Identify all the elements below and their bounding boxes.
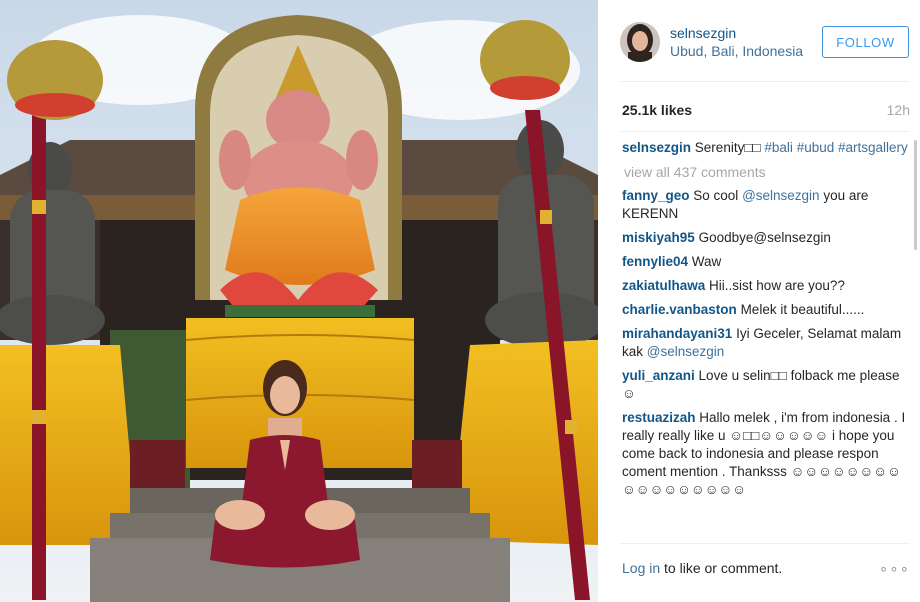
ganesha-statue [195, 15, 402, 317]
likes-divider [620, 131, 910, 132]
comment-username[interactable]: miskiyah95 [622, 230, 695, 245]
comment-item: restuazizah Hallo melek , i'm from indon… [622, 409, 912, 499]
post-username[interactable]: selnsezgin [670, 24, 810, 42]
view-all-comments-link[interactable]: view all 437 comments [624, 163, 912, 181]
post-footer: Log in to like or comment. ∘∘∘ [622, 560, 912, 580]
user-block: selnsezgin Ubud, Bali, Indonesia [670, 24, 810, 60]
user-avatar[interactable] [620, 22, 660, 62]
comment-username[interactable]: yuli_anzani [622, 368, 695, 383]
comment-item: charlie.vanbaston Melek it beautiful....… [622, 301, 912, 319]
caption-prefix: Serenity□□ [694, 140, 765, 155]
post-header: selnsezgin Ubud, Bali, Indonesia FOLLOW [598, 0, 920, 82]
follow-button[interactable]: FOLLOW [822, 26, 909, 58]
comment-username[interactable]: mirahandayani31 [622, 326, 732, 341]
comment-text: Waw [691, 254, 722, 269]
comment-text: Hii..sist how are you?? [709, 278, 845, 293]
comment-text: Goodbye@selnsezgin [698, 230, 831, 245]
comment-username[interactable]: zakiatulhawa [622, 278, 705, 293]
caption-username[interactable]: selnsezgin [622, 140, 691, 155]
comment-username[interactable]: restuazizah [622, 410, 696, 425]
caption: selnsezgin Serenity□□ #bali #ubud #artsg… [622, 139, 912, 157]
header-divider [620, 81, 910, 82]
comments-scrollbar[interactable] [914, 140, 917, 250]
comment-item: zakiatulhawa Hii..sist how are you?? [622, 277, 912, 295]
avatar-icon [620, 22, 660, 62]
post-photo[interactable] [0, 0, 598, 602]
comment-item: fennylie04 Waw [622, 253, 912, 271]
comment-text-part: So cool [693, 188, 743, 203]
caption-text: Serenity□□ #bali #ubud #artsgallery [695, 140, 908, 155]
login-prompt-text: to like or comment. [660, 560, 783, 576]
more-options-icon[interactable]: ∘∘∘ [879, 560, 910, 578]
comment-item: fanny_geo So cool @selnsezgin you are KE… [622, 187, 912, 223]
comment-text: Melek it beautiful...... [740, 302, 865, 317]
hashtag[interactable]: #artsgallery [838, 140, 908, 155]
hashtag[interactable]: #bali [764, 140, 793, 155]
likes-count[interactable]: 25.1k likes [622, 102, 692, 118]
temple-photo-illustration [0, 0, 598, 602]
post-location[interactable]: Ubud, Bali, Indonesia [670, 42, 804, 60]
post-side-panel: selnsezgin Ubud, Bali, Indonesia FOLLOW … [598, 0, 920, 602]
comment-username[interactable]: charlie.vanbaston [622, 302, 737, 317]
comment-mention[interactable]: @selnsezgin [742, 188, 820, 203]
post-time[interactable]: 12h [887, 102, 910, 118]
comments-list[interactable]: selnsezgin Serenity□□ #bali #ubud #artsg… [622, 139, 912, 535]
footer-divider [620, 543, 910, 544]
comment-item: yuli_anzani Love u selin□□ folback me pl… [622, 367, 912, 403]
comment-username[interactable]: fanny_geo [622, 188, 690, 203]
comment-mention[interactable]: @selnsezgin [647, 344, 725, 359]
login-link[interactable]: Log in [622, 560, 660, 576]
comment-username[interactable]: fennylie04 [622, 254, 688, 269]
likes-row: 25.1k likes 12h [622, 102, 910, 122]
comment-item: miskiyah95 Goodbye@selnsezgin [622, 229, 912, 247]
hashtag[interactable]: #ubud [797, 140, 835, 155]
comment-item: mirahandayani31 Iyi Geceler, Selamat mal… [622, 325, 912, 361]
